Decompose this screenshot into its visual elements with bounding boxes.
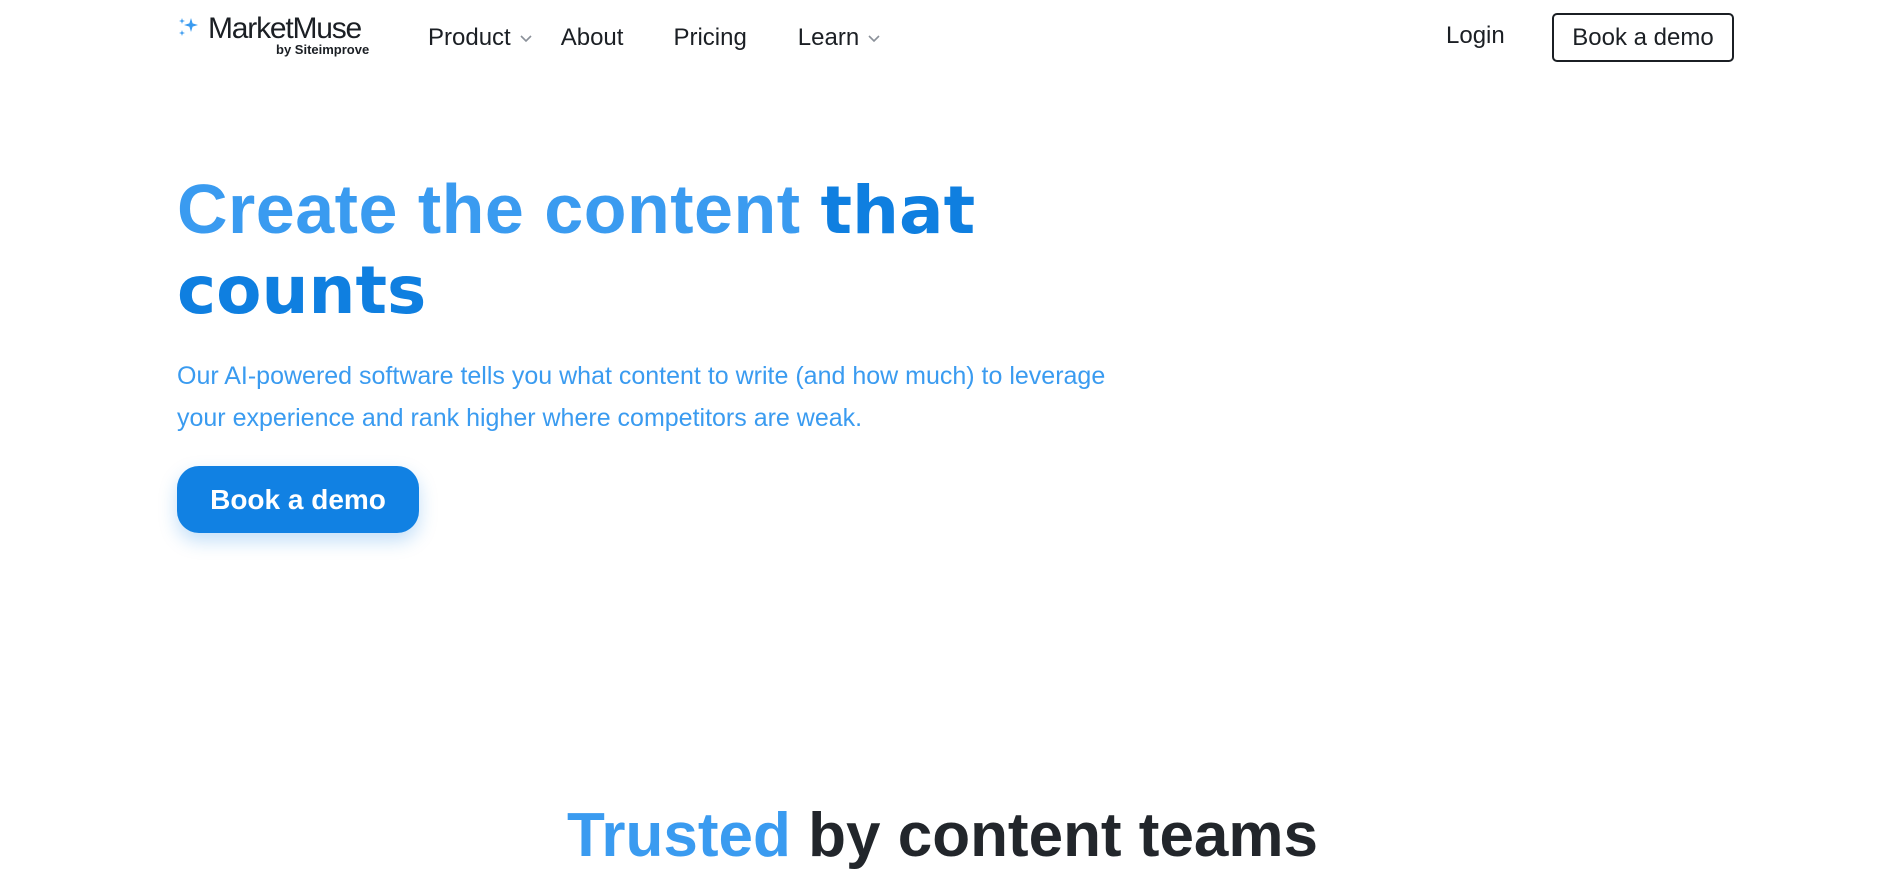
sparkle-icon [179, 18, 198, 36]
page: MarketMuse by Siteimprove Product About … [0, 0, 1885, 885]
trusted-heading-rest: by content teams [790, 801, 1319, 870]
chevron-down-icon [520, 35, 532, 43]
book-demo-header-button[interactable]: Book a demo [1552, 13, 1734, 62]
trusted-heading-accent: Trusted [566, 801, 791, 870]
trusted-heading: Trusted by content teams [0, 798, 1885, 874]
site-header: MarketMuse by Siteimprove Product About … [0, 0, 1885, 76]
hero-title: Create the content that counts [177, 170, 1077, 330]
nav-pricing-label: Pricing [673, 24, 747, 51]
nav-about[interactable]: About [561, 24, 624, 52]
logo-link[interactable]: MarketMuse by Siteimprove [177, 12, 372, 58]
hero-subtitle: Our AI-powered software tells you what c… [177, 362, 1106, 432]
nav-product-label: Product [428, 24, 511, 51]
nav-learn-label: Learn [797, 24, 860, 51]
login-link[interactable]: Login [1446, 22, 1505, 50]
main-nav: Product About Pricing Learn [428, 22, 881, 54]
logo-byline: by Siteimprove [276, 42, 370, 57]
nav-about-label: About [560, 24, 624, 51]
hero-title-light: Create the content [177, 170, 821, 248]
chevron-down-icon [868, 35, 880, 43]
logo-wordmark: MarketMuse [208, 12, 362, 45]
nav-pricing[interactable]: Pricing [673, 24, 746, 52]
nav-learn[interactable]: Learn [798, 24, 881, 52]
book-demo-cta-button[interactable]: Book a demo [177, 466, 419, 533]
nav-product[interactable]: Product [428, 24, 533, 52]
